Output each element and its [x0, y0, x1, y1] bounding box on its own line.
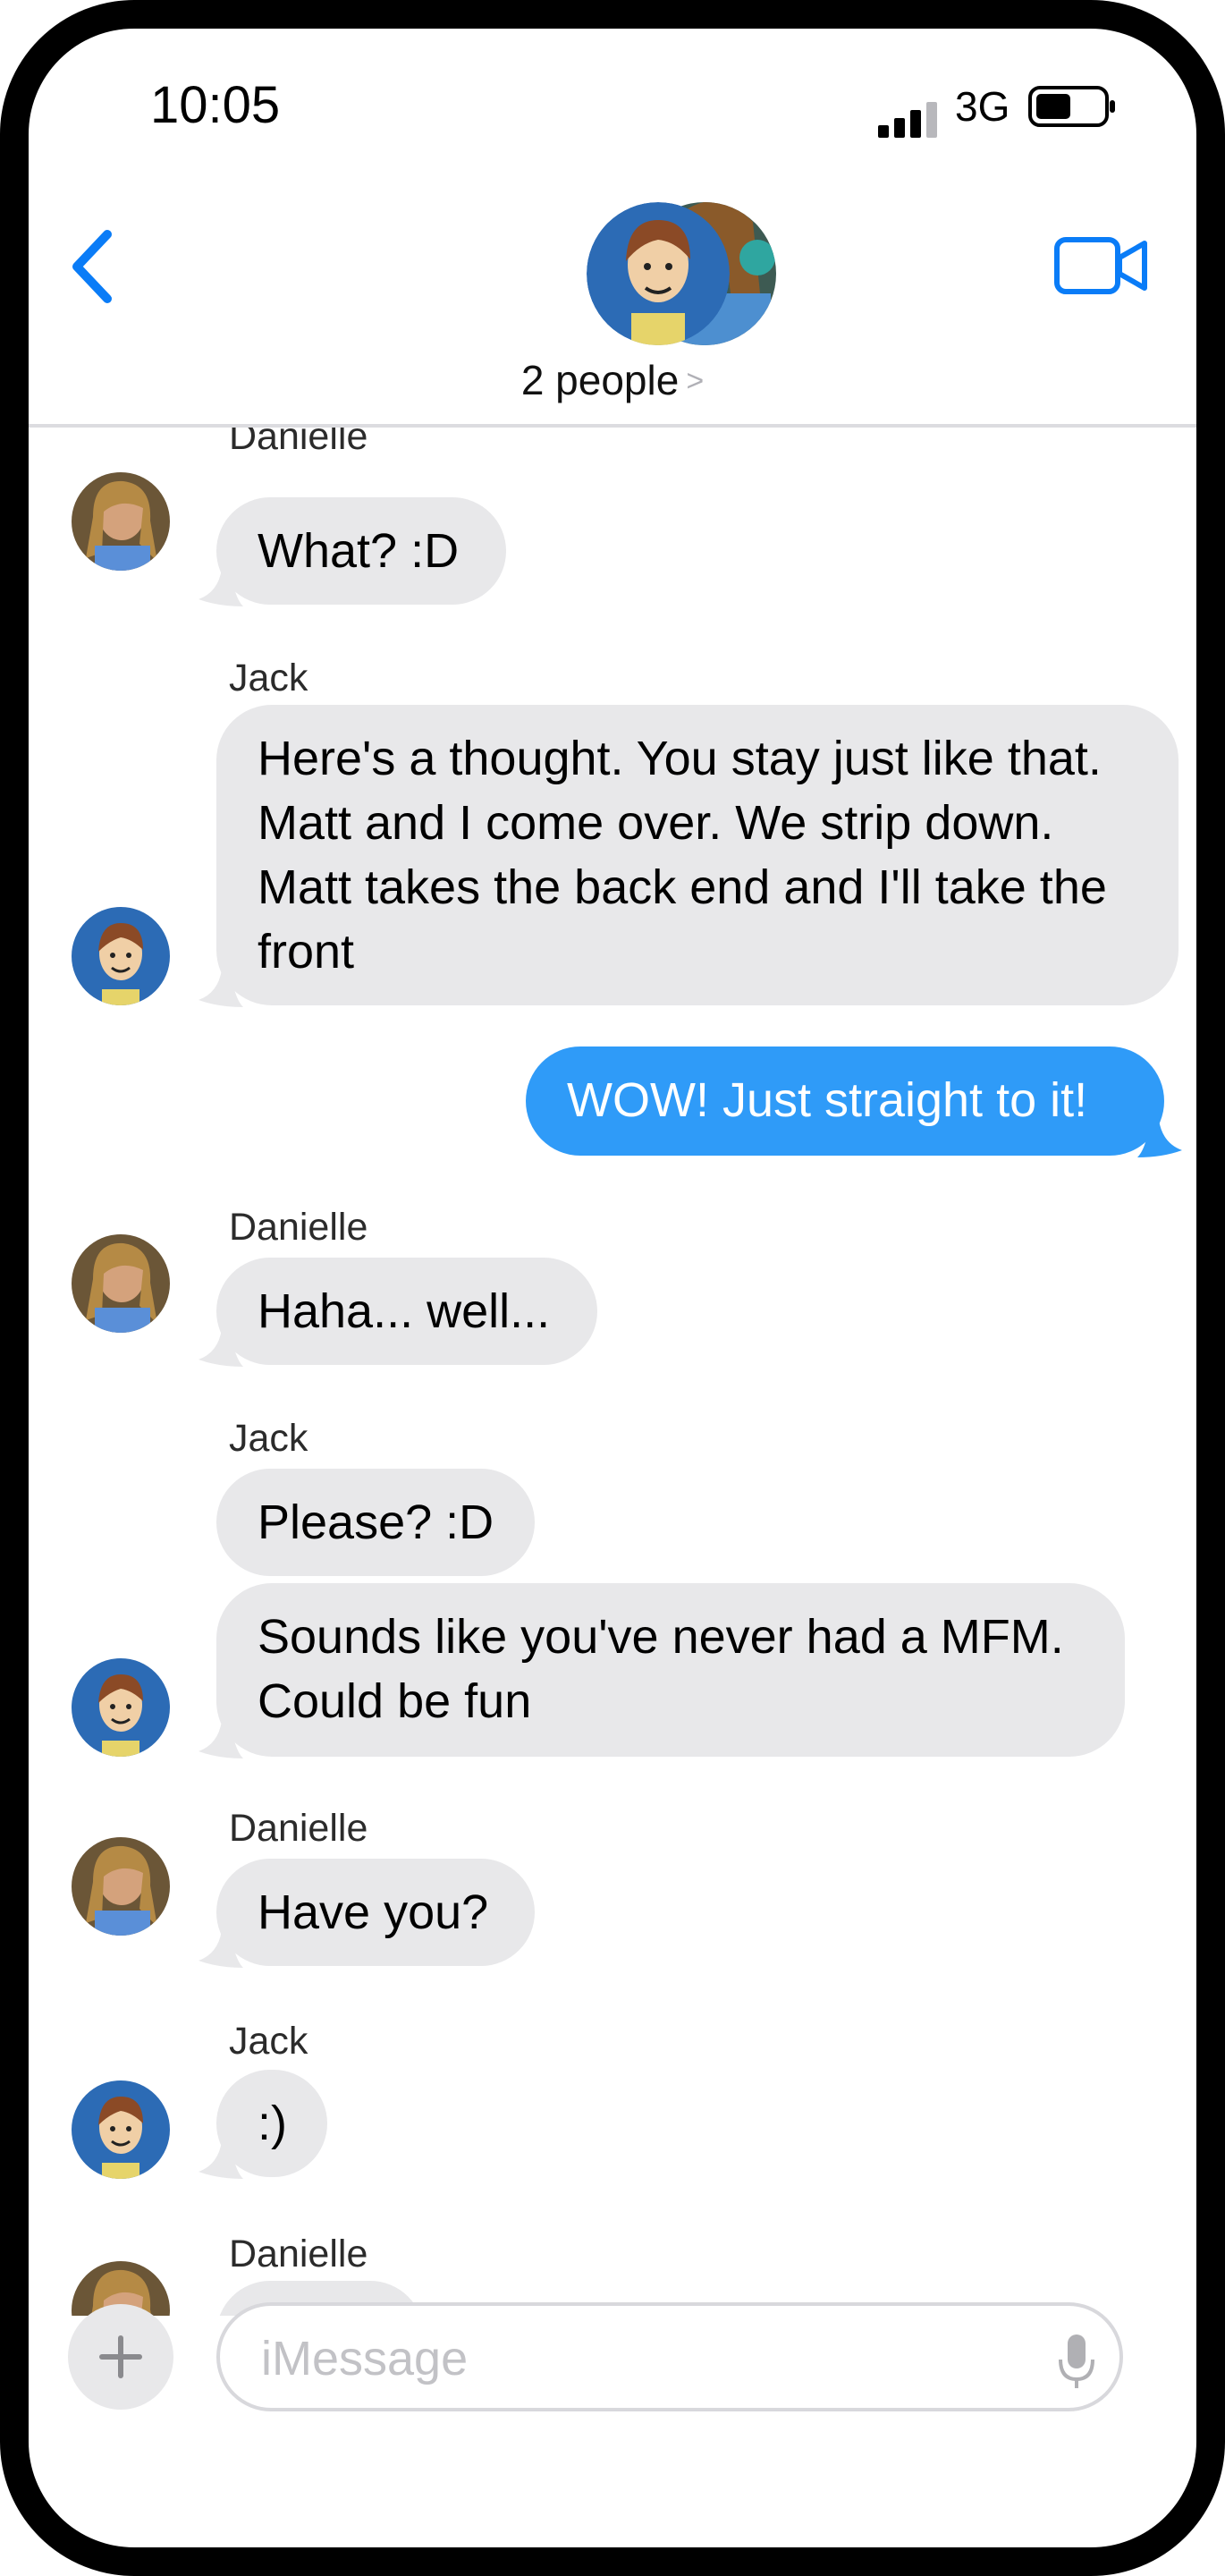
plus-icon [99, 2335, 142, 2378]
message-input-field[interactable] [216, 2302, 1123, 2411]
bubble-tail [199, 569, 243, 606]
sender-name: Danielle [229, 1206, 368, 1249]
message-bubble[interactable]: Please? :D [216, 1469, 535, 1576]
bubble-tail [199, 1721, 243, 1758]
sender-name: Danielle [229, 428, 368, 458]
jack-avatar [72, 907, 170, 1005]
danielle-avatar [72, 472, 170, 571]
message-text: Here's a thought. You stay just like tha… [258, 732, 1107, 979]
message-text: Please? :D [258, 1496, 494, 1549]
apps-plus-button[interactable] [68, 2304, 173, 2410]
message-bubble[interactable]: Have you? [216, 1859, 535, 1966]
danielle-avatar [72, 1837, 170, 1936]
message-bubble[interactable]: What? :D [216, 497, 506, 605]
video-call-icon[interactable] [1053, 231, 1150, 302]
phone-frame: 10:05 3G 2 people > Danielle What?:D Ja… [0, 0, 1225, 2576]
message-text: Sounds like you've never had a MFM. Coul… [258, 1610, 1064, 1728]
message-text: What? :D [258, 524, 460, 578]
cellular-signal-icon [878, 102, 937, 138]
sender-name: Danielle [229, 2233, 368, 2275]
sender-name: Jack [229, 657, 308, 699]
messages-screen: 10:05 3G 2 people > Danielle What?:D Ja… [29, 29, 1196, 2547]
jack-avatar [72, 1658, 170, 1757]
sender-name: Jack [229, 1417, 308, 1460]
bubble-tail [199, 1930, 243, 1968]
bubble-tail [199, 1329, 243, 1367]
jack-avatar [72, 2080, 170, 2179]
message-bubble[interactable]: Here's a thought. You stay just like tha… [216, 705, 1179, 1005]
bubble-tail [199, 970, 243, 1007]
sender-name: Danielle [229, 1807, 368, 1850]
status-time: 10:05 [150, 76, 281, 134]
battery-icon [1028, 86, 1115, 127]
participants-button[interactable]: 2 people > [29, 356, 1196, 404]
message-bubble[interactable]: Sounds like you've never had a MFM. Coul… [216, 1583, 1125, 1757]
message-input[interactable] [259, 2329, 1032, 2388]
message-text: :) [258, 2097, 287, 2150]
sender-name: Jack [229, 2020, 308, 2063]
danielle-avatar [72, 1234, 170, 1333]
group-avatar[interactable] [583, 195, 780, 352]
chevron-right-icon: > [686, 364, 705, 398]
message-text: Have you? [258, 1885, 489, 1939]
back-chevron-icon[interactable] [66, 222, 120, 311]
network-type: 3G [955, 83, 1010, 130]
bubble-tail [199, 2141, 243, 2179]
message-text: Haha... well... [258, 1284, 551, 1338]
sent-message-bubble[interactable]: WOW! Just straight to it! [526, 1046, 1164, 1156]
bubble-tail [1137, 1120, 1182, 1157]
conversation-transcript: Danielle What? :D Jack Here's a thought.… [29, 428, 1196, 2316]
message-text: WOW! Just straight to it! [567, 1073, 1088, 1127]
microphone-icon[interactable] [1057, 2333, 1096, 2392]
participants-label: 2 people [520, 357, 680, 403]
message-bubble[interactable]: Haha... well... [216, 1258, 597, 1365]
